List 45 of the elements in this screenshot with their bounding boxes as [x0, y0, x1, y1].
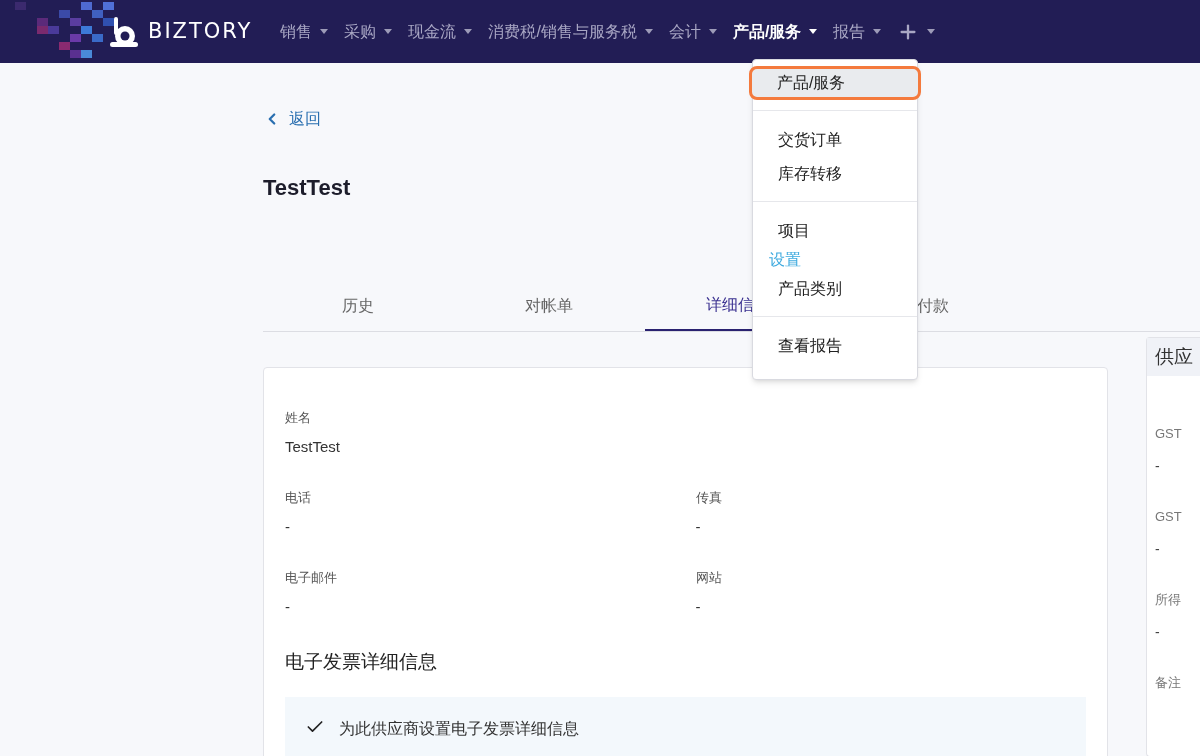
nav-menu-item[interactable]: 产品/服务	[732, 19, 818, 44]
caret-icon	[708, 29, 717, 34]
dropdown-menu-item[interactable]: 项目	[753, 214, 917, 248]
caret-icon	[927, 29, 936, 34]
tab[interactable]: 对帐单	[454, 280, 645, 331]
option-label: 为此供应商设置电子发票详细信息	[339, 718, 579, 739]
nav-menu-item[interactable]: 销售	[280, 19, 329, 44]
nav-menu-item[interactable]: 会计	[668, 19, 717, 44]
dropdown-menu-item[interactable]: 库存转移	[753, 157, 917, 191]
field-value: -	[695, 516, 702, 537]
nav-menu-item[interactable]: 消费税/销售与服务税	[488, 19, 653, 44]
logo-icon	[108, 15, 140, 48]
field-value: -	[1155, 539, 1161, 559]
tab[interactable]: 历史	[263, 280, 454, 331]
nav-menu-item[interactable]: 采购	[344, 19, 393, 44]
caret-icon	[464, 29, 473, 34]
field-label: 备注	[1155, 674, 1182, 692]
caret-icon	[809, 29, 818, 34]
field-label: 所得	[1155, 591, 1182, 609]
card-title: 供应	[1155, 344, 1193, 369]
field-value: -	[285, 516, 291, 537]
caret-icon	[873, 29, 882, 34]
menu-section-header: 设置	[768, 250, 802, 270]
dropdown-menu-item[interactable]: 产品/服务	[749, 66, 921, 100]
field-label: 电话	[285, 489, 312, 507]
caret-icon	[644, 29, 653, 34]
caret-icon	[384, 29, 393, 34]
brand-name: BIZTORY	[148, 17, 253, 45]
field-value: -	[1155, 456, 1161, 476]
nav-menu-item[interactable]: 现金流	[408, 19, 473, 44]
caret-icon	[320, 29, 329, 34]
field-label: GST	[1155, 425, 1183, 443]
field-value: TestTest	[285, 436, 342, 457]
page-title: TestTest	[263, 174, 351, 202]
field-label: 姓名	[285, 409, 312, 427]
dropdown-menu-item[interactable]: 查看报告	[753, 329, 917, 363]
field-value: -	[695, 596, 702, 617]
section-heading: 电子发票详细信息	[285, 650, 438, 674]
field-label: 传真	[695, 489, 723, 507]
field-label: 电子邮件	[285, 569, 338, 587]
field-value: -	[1155, 622, 1161, 642]
field-label: 网站	[695, 569, 723, 587]
field-value: -	[285, 596, 291, 617]
field-label: GST	[1155, 508, 1183, 526]
nav-menu-item[interactable]: 报告	[833, 19, 882, 44]
